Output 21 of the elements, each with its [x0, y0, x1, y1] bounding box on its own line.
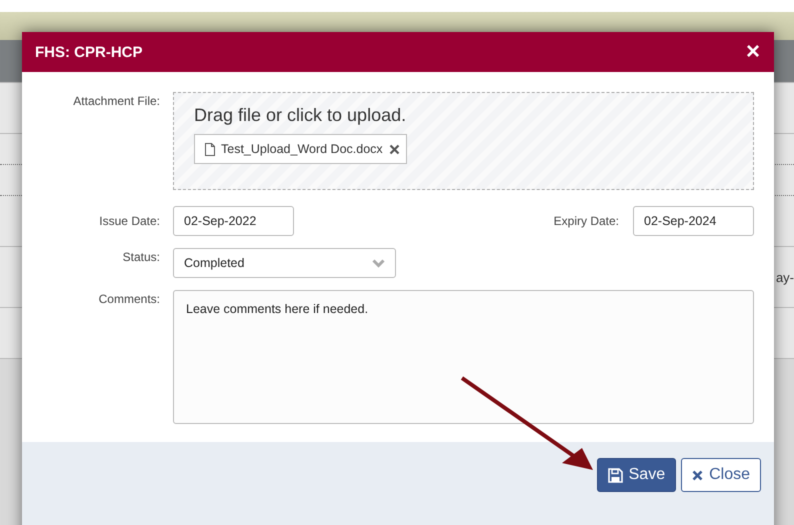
close-button[interactable]: Close: [681, 458, 761, 492]
field-label: Expiry Date:: [554, 214, 619, 228]
date-field[interactable]: 02-Sep-2022: [173, 206, 294, 236]
field-label: Attachment File:: [72, 93, 161, 108]
remove-icon[interactable]: [388, 144, 400, 154]
file-icon: [205, 142, 215, 156]
field-label: Issue Date:: [98, 214, 161, 228]
field-label: Comments:: [98, 291, 161, 306]
close-icon: [692, 470, 704, 480]
comments-field[interactable]: Leave comments here if needed.: [173, 290, 754, 424]
upload-dropzone[interactable]: Drag file or click to upload. Test_Upload_Word Doc.docx: [173, 92, 754, 190]
table-cell: ay-: [776, 270, 794, 284]
file-name: Test_Upload_Word Doc.docx: [221, 142, 383, 156]
field-label: Status:: [122, 249, 161, 264]
date-field[interactable]: 02-Sep-2024: [633, 206, 754, 236]
dialog-title: FHS: CPR-HCP: [35, 44, 142, 60]
save-button[interactable]: Save: [596, 458, 676, 492]
upload-prompt: Drag file or click to upload.: [194, 105, 406, 126]
chevron-down-icon: [372, 258, 385, 268]
status-dropdown[interactable]: Completed: [173, 248, 396, 278]
close-button[interactable]: ×: [746, 40, 760, 64]
